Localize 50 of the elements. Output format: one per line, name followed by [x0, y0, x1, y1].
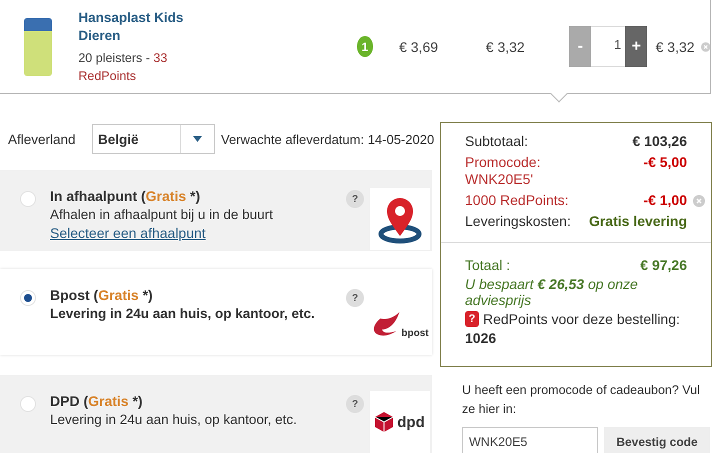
delivery-option-title: DPD (Gratis *) — [50, 393, 144, 409]
list-price: € 3,69 — [399, 38, 440, 54]
remove-icon[interactable] — [693, 195, 705, 207]
help-icon[interactable]: ? — [346, 395, 364, 413]
redpoints-label: RedPoints — [78, 68, 138, 84]
remove-icon[interactable] — [700, 40, 710, 52]
savings-text: U bespaart € 26,53 op onze adviesprijs — [465, 276, 639, 308]
courier-logo: dpd — [370, 391, 430, 453]
select-pickup-point-link[interactable]: Selecteer een afhaalpunt — [50, 225, 340, 241]
offer-price: € 3,32 — [486, 38, 526, 54]
summary-label: Subtotaal: — [465, 133, 528, 150]
delivery-option-card[interactable]: In afhaalpunt (Gratis *) Afhalen in afhaalpunt bij u in de buurt Selecteer een afhaalpunt ? — [0, 170, 432, 251]
help-icon[interactable]: ? — [346, 190, 364, 208]
dropdown-arrow-icon — [193, 136, 202, 142]
summary-value: -€ 1,00 — [643, 192, 687, 209]
help-icon[interactable]: ? — [346, 289, 364, 307]
country-select[interactable]: België — [92, 124, 215, 154]
delivery-option-title: Bpost (Gratis *) — [50, 287, 154, 303]
product-name[interactable]: Hansaplast Kids Dieren — [78, 8, 197, 44]
summary-label: 1000 RedPoints: — [465, 192, 569, 209]
total-value: € 97,26 — [640, 257, 687, 273]
delivery-option-title: In afhaalpunt (Gratis *) — [50, 188, 202, 204]
summary-label: Leveringskosten: — [465, 213, 571, 230]
delivery-option-card[interactable]: DPD (Gratis *) Levering in 24u aan huis, op kantoor, etc. ? dpd — [0, 375, 432, 453]
summary-value: Gratis levering — [588, 213, 687, 230]
quantity-badge: 1 — [356, 36, 374, 57]
radio-button[interactable] — [20, 191, 36, 207]
location-pin-logo — [370, 188, 430, 250]
expected-delivery-date: Verwachte afleverdatum: 14-05-2020 — [221, 132, 434, 146]
product-image — [24, 18, 52, 76]
line-total: € 3,32 — [654, 38, 695, 54]
delivery-option-description: Afhalen in afhaalpunt bij u in de buurt — [50, 207, 274, 222]
redpoints-value: 1026 — [465, 330, 498, 346]
summary-label: Promocode: WNK20E5' — [465, 154, 542, 188]
summary-value: € 103,26 — [632, 133, 687, 150]
promo-prompt: U heeft een promocode of cadeaubon? Vul ze hier in: — [462, 382, 701, 418]
country-label: Afleverland — [8, 132, 77, 146]
summary-value: -€ 5,00 — [643, 154, 687, 171]
increase-button[interactable]: + — [625, 26, 648, 67]
radio-button[interactable] — [20, 396, 36, 412]
confirm-code-button[interactable]: Bevestig code — [604, 427, 710, 453]
promo-code-field[interactable]: WNK20E5 — [462, 427, 598, 453]
delivery-option-card[interactable]: Bpost (Gratis *) Levering in 24u aan huis, op kantoor, etc. ? bpost — [0, 269, 432, 355]
delivery-option-description: Levering in 24u aan huis, op kantoor, etc. — [50, 412, 298, 427]
total-label: Totaal : — [465, 257, 510, 273]
radio-button[interactable] — [20, 290, 36, 306]
delivery-option-description: Levering in 24u aan huis, op kantoor, etc. — [50, 306, 316, 321]
product-variant: 20 pleisters - 33 — [78, 50, 168, 67]
redpoints-text: RedPoints voor deze bestelling: — [483, 311, 680, 327]
help-icon[interactable]: ? — [465, 311, 479, 327]
